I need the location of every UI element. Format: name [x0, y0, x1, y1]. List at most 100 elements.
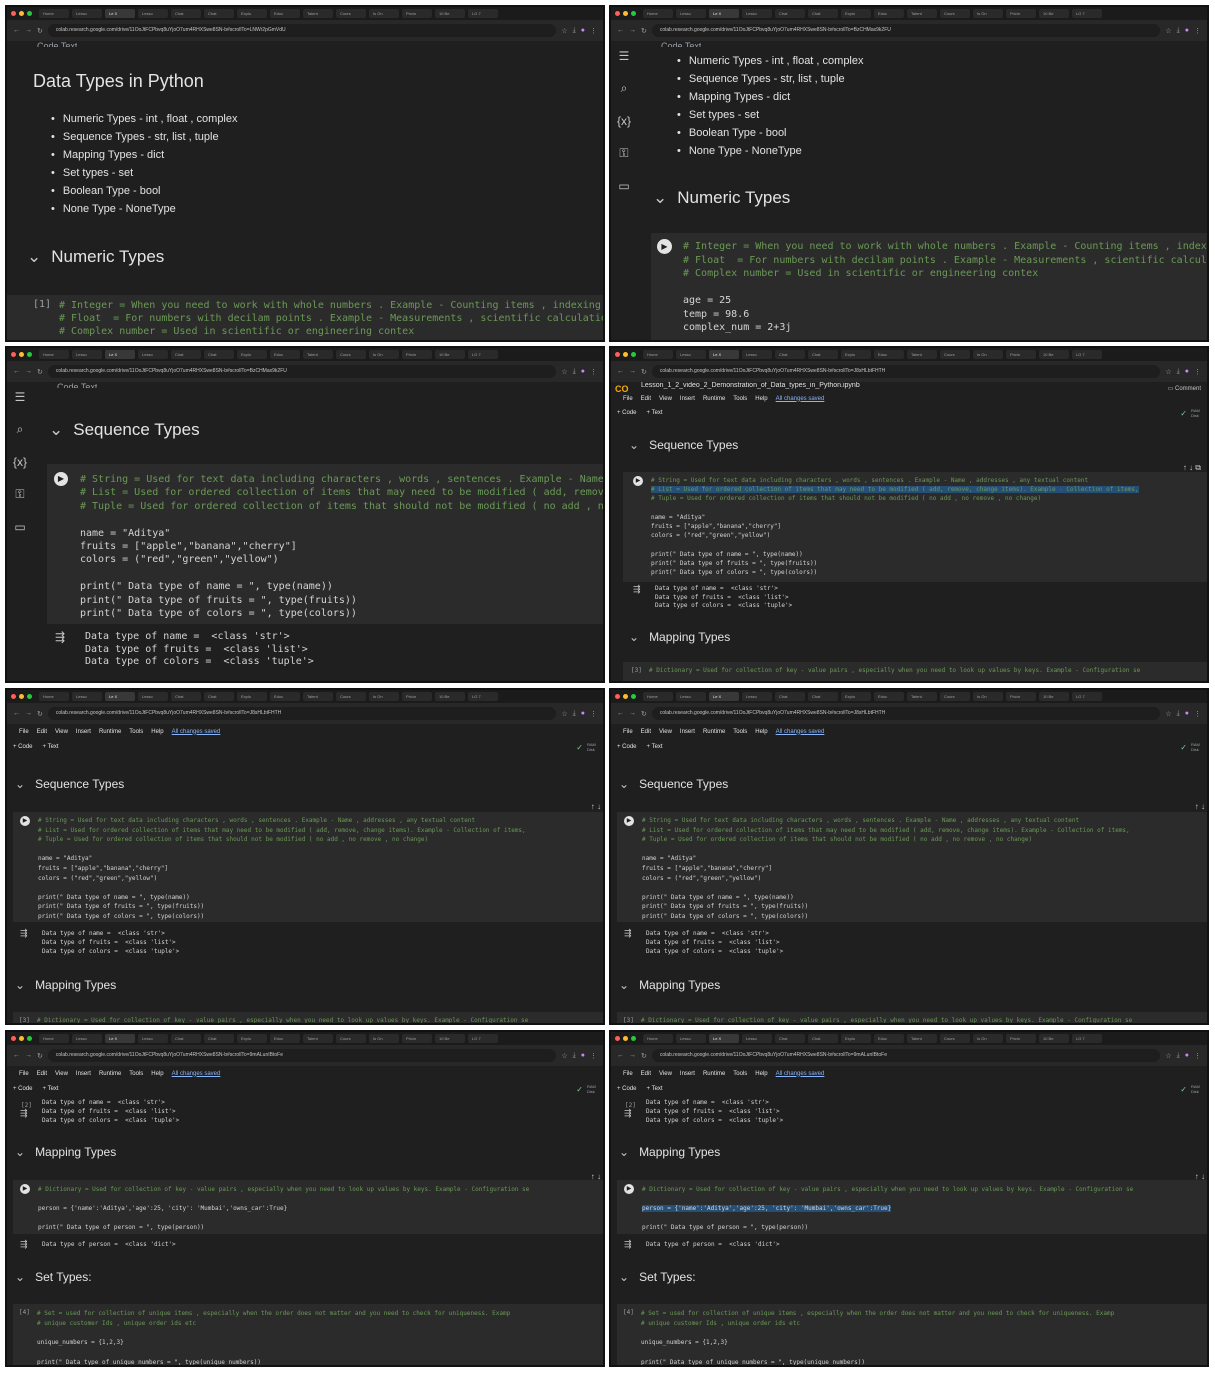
- tab-active[interactable]: Le X: [709, 1034, 739, 1043]
- address-bar[interactable]: colab.research.google.com/drive/11OoJtFC…: [651, 707, 1161, 720]
- resource-indicator[interactable]: RAM Disk: [1191, 408, 1205, 418]
- resource-indicator[interactable]: RAM Disk: [1191, 742, 1205, 752]
- tab[interactable]: 10 Be: [435, 9, 465, 18]
- folder-icon[interactable]: ▭: [611, 179, 637, 193]
- menu-item[interactable]: View: [659, 1071, 672, 1077]
- chevron-down-icon[interactable]: ⌄: [15, 978, 25, 992]
- download-icon[interactable]: ⤓: [573, 710, 576, 718]
- add-text-button[interactable]: + Text: [647, 744, 663, 750]
- menu-item[interactable]: Help: [151, 729, 163, 735]
- forward-icon[interactable]: →: [25, 368, 32, 375]
- menu-item[interactable]: Help: [755, 396, 767, 402]
- menu-item[interactable]: Runtime: [99, 729, 121, 735]
- bookmark-star-icon[interactable]: ☆: [1165, 368, 1171, 376]
- tab[interactable]: Explo: [237, 1034, 267, 1043]
- resource-indicator[interactable]: RAM Disk: [587, 1084, 601, 1094]
- tab[interactable]: Educ: [270, 692, 300, 701]
- reload-icon[interactable]: ↻: [37, 368, 43, 376]
- tab[interactable]: Chat: [808, 1034, 838, 1043]
- tab[interactable]: Lesso: [742, 692, 772, 701]
- menu-item[interactable]: File: [623, 729, 633, 735]
- menu-item[interactable]: Insert: [680, 1071, 695, 1077]
- forward-icon[interactable]: →: [25, 27, 32, 34]
- profile-icon[interactable]: ●: [581, 27, 585, 34]
- tab[interactable]: LG 7: [468, 692, 498, 701]
- tab[interactable]: Explo: [841, 692, 871, 701]
- tab[interactable]: Lesso: [72, 350, 102, 359]
- menu-item[interactable]: File: [623, 1071, 633, 1077]
- chevron-down-icon[interactable]: ⌄: [15, 1145, 25, 1159]
- address-bar[interactable]: colab.research.google.com/drive/11OoJtFC…: [47, 24, 557, 37]
- menu-item[interactable]: Insert: [76, 1071, 91, 1077]
- tab[interactable]: Pricin: [1006, 692, 1036, 701]
- menu-item[interactable]: File: [19, 1071, 29, 1077]
- add-text-button[interactable]: + Text: [43, 744, 59, 750]
- reload-icon[interactable]: ↻: [37, 27, 43, 35]
- code-block[interactable]: # Dictionary = Used for collection of ke…: [641, 1017, 1132, 1023]
- folder-icon[interactable]: ▭: [7, 520, 33, 534]
- menu-item[interactable]: Edit: [641, 396, 651, 402]
- add-code-button[interactable]: + Code: [13, 744, 33, 750]
- profile-icon[interactable]: ●: [581, 710, 585, 717]
- save-status[interactable]: All changes saved: [776, 729, 825, 735]
- variables-icon[interactable]: {x}: [611, 114, 637, 128]
- tab[interactable]: Cours: [336, 9, 366, 18]
- tab[interactable]: 10 Be: [435, 350, 465, 359]
- profile-icon[interactable]: ●: [1185, 1052, 1189, 1059]
- run-icon[interactable]: ▶: [657, 239, 672, 254]
- window-controls[interactable]: [615, 1036, 636, 1041]
- tab[interactable]: Chat: [171, 692, 201, 701]
- tab[interactable]: Lesso: [72, 1034, 102, 1043]
- section-mapping[interactable]: ⌄ Mapping Types: [619, 978, 720, 992]
- code-block[interactable]: # String = Used for text data including …: [38, 816, 526, 922]
- tab[interactable]: Chat: [204, 350, 234, 359]
- run-icon[interactable]: ▶: [624, 1184, 634, 1194]
- tab[interactable]: Explo: [237, 9, 267, 18]
- tab[interactable]: LG 7: [1072, 9, 1102, 18]
- tab[interactable]: LG 7: [1072, 1034, 1102, 1043]
- bookmark-star-icon[interactable]: ☆: [1165, 710, 1171, 718]
- menu-item[interactable]: View: [659, 396, 672, 402]
- address-bar[interactable]: colab.research.google.com/drive/11OoJtFC…: [651, 365, 1161, 378]
- menu-item[interactable]: Runtime: [703, 1071, 725, 1077]
- secrets-key-icon[interactable]: ⚿: [7, 487, 33, 502]
- menu-item[interactable]: Tools: [733, 1071, 747, 1077]
- menu-item[interactable]: Edit: [37, 729, 47, 735]
- resource-indicator[interactable]: RAM Disk: [587, 742, 601, 752]
- tab[interactable]: Educ: [874, 1034, 904, 1043]
- forward-icon[interactable]: →: [629, 27, 636, 34]
- tab[interactable]: Cours: [940, 1034, 970, 1043]
- profile-icon[interactable]: ●: [1185, 710, 1189, 717]
- menu-item[interactable]: View: [55, 1071, 68, 1077]
- address-bar[interactable]: colab.research.google.com/drive/11OoJtFC…: [651, 24, 1161, 37]
- download-icon[interactable]: ⤓: [573, 27, 576, 35]
- tab[interactable]: Is On: [369, 1034, 399, 1043]
- tab[interactable]: Talent: [907, 350, 937, 359]
- menu-icon[interactable]: ⋮: [590, 368, 597, 376]
- tab[interactable]: 10 Be: [1039, 1034, 1069, 1043]
- connected-check-icon[interactable]: ✓: [1180, 1085, 1187, 1094]
- tab[interactable]: Is On: [369, 350, 399, 359]
- tab[interactable]: Explo: [841, 1034, 871, 1043]
- menu-item[interactable]: Tools: [129, 729, 143, 735]
- tab[interactable]: LG 7: [468, 350, 498, 359]
- tab[interactable]: Chat: [808, 9, 838, 18]
- code-block[interactable]: # String = Used for text data including …: [80, 473, 603, 620]
- address-bar[interactable]: colab.research.google.com/drive/11OoJtFC…: [47, 1049, 557, 1062]
- tab[interactable]: Is On: [369, 9, 399, 18]
- reload-icon[interactable]: ↻: [37, 710, 43, 718]
- menu-item[interactable]: Runtime: [703, 729, 725, 735]
- tab[interactable]: Cours: [336, 692, 366, 701]
- code-block[interactable]: # Set = used for collection of unique it…: [641, 1309, 1114, 1365]
- reload-icon[interactable]: ↻: [641, 27, 647, 35]
- menu-item[interactable]: Edit: [641, 1071, 651, 1077]
- section-set[interactable]: ⌄ Set Types:: [619, 1270, 696, 1284]
- tab[interactable]: Home: [643, 692, 673, 701]
- back-icon[interactable]: ←: [13, 710, 20, 717]
- section-set[interactable]: ⌄ Set Types:: [15, 1270, 92, 1284]
- connected-check-icon[interactable]: ✓: [1180, 743, 1187, 752]
- tab[interactable]: LG 7: [1072, 350, 1102, 359]
- cell-move-icons[interactable]: ↑ ↓: [591, 802, 601, 811]
- chevron-down-icon[interactable]: ⌄: [619, 978, 629, 992]
- back-icon[interactable]: ←: [13, 27, 20, 34]
